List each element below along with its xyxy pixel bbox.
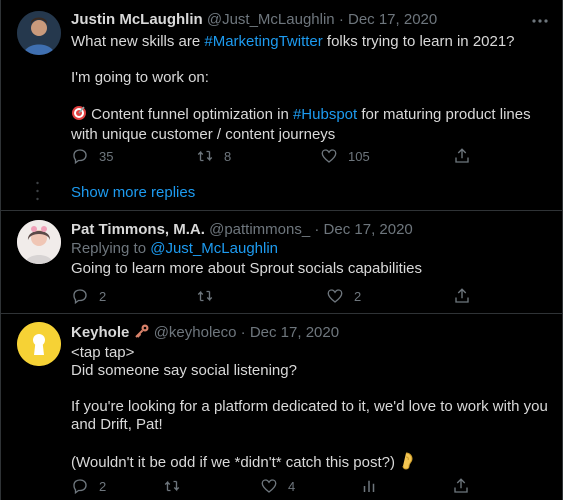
divider xyxy=(0,210,563,211)
retweet-icon xyxy=(197,150,213,162)
share-button[interactable] xyxy=(453,147,481,165)
like-button[interactable]: 105 xyxy=(320,147,370,165)
tweet-line: Did someone say social listening? xyxy=(71,362,297,379)
text-segment: for maturing product lines xyxy=(357,106,531,123)
tweet-text: Going to learn more about Sprout socials… xyxy=(71,260,423,277)
retweet-button[interactable]: 8 xyxy=(196,147,231,165)
replying-handle-link[interactable]: @Just_McLaughlin xyxy=(150,240,278,257)
tweet-header: Justin McLaughlin @Just_McLaughlin · Dec… xyxy=(71,11,437,28)
tweet-date[interactable]: Dec 17, 2020 xyxy=(348,11,437,28)
author-handle[interactable]: @keyholeco xyxy=(154,324,237,341)
share-button[interactable] xyxy=(453,287,481,305)
hashtag-link[interactable]: #MarketingTwitter xyxy=(204,33,322,50)
reply-button[interactable]: 2 xyxy=(71,477,106,495)
tweet-line: <tap tap> xyxy=(71,344,135,361)
reply-count: 35 xyxy=(99,148,114,164)
show-more-replies-link[interactable]: Show more replies xyxy=(71,184,195,201)
like-button[interactable]: 2 xyxy=(326,287,361,305)
tweet-text: <tap tap> Did someone say social listeni… xyxy=(71,344,551,475)
like-count: 105 xyxy=(348,148,370,164)
like-count: 2 xyxy=(354,288,362,304)
separator: · xyxy=(240,324,246,341)
text-segment: folks trying to learn in 2021? xyxy=(322,33,515,50)
author-name[interactable]: Pat Timmons, M.A. xyxy=(71,221,205,238)
tweet-header: Pat Timmons, M.A. @pattimmons_ · Dec 17,… xyxy=(71,221,413,238)
share-icon xyxy=(454,478,468,493)
hashtag-link[interactable]: #Hubspot xyxy=(293,106,357,123)
retweet-button[interactable] xyxy=(163,477,191,495)
more-options-icon[interactable] xyxy=(530,12,550,30)
thread-dots xyxy=(36,181,39,211)
avatar[interactable] xyxy=(17,220,61,264)
tweet-line: Content funnel optimization in #Hubspot … xyxy=(71,105,551,126)
author-name[interactable]: Keyhole xyxy=(71,324,129,341)
tweet-header: Keyhole @keyholeco · Dec 17, 2020 xyxy=(71,323,339,343)
tweet-date[interactable]: Dec 17, 2020 xyxy=(250,324,339,341)
text-segment: What new skills are xyxy=(71,33,205,50)
like-count: 4 xyxy=(288,478,296,494)
author-name[interactable]: Justin McLaughlin xyxy=(71,11,203,28)
reply-icon xyxy=(73,479,87,495)
replying-label: Replying to xyxy=(71,240,151,257)
divider xyxy=(0,313,563,314)
reply-icon xyxy=(73,289,87,305)
retweet-count: 8 xyxy=(224,148,232,164)
text-segment: (Wouldn't it be odd if we *didn't* catch… xyxy=(71,454,395,471)
key-emoji-icon xyxy=(134,323,150,343)
heart-icon xyxy=(327,289,343,303)
target-emoji-icon xyxy=(71,105,87,126)
tweet-line: and Drift, Pat! xyxy=(71,416,163,433)
share-button[interactable] xyxy=(452,477,480,495)
ear-emoji-icon xyxy=(399,452,413,475)
reply-count: 2 xyxy=(99,478,107,494)
analytics-icon xyxy=(363,480,375,492)
reply-count: 2 xyxy=(99,288,107,304)
retweet-button[interactable] xyxy=(196,287,224,305)
replying-to: Replying to @Just_McLaughlin xyxy=(71,240,278,257)
tweet-line: I'm going to work on: xyxy=(71,69,209,86)
separator: · xyxy=(314,221,320,238)
tweet-text: What new skills are #MarketingTwitter fo… xyxy=(71,33,551,144)
reply-button[interactable]: 35 xyxy=(71,147,113,165)
tweet-line: If you're looking for a platform dedicat… xyxy=(71,398,548,415)
reply-icon xyxy=(73,149,87,165)
separator: · xyxy=(338,11,344,28)
tweet-date[interactable]: Dec 17, 2020 xyxy=(324,221,413,238)
heart-icon xyxy=(261,479,277,493)
avatar[interactable] xyxy=(17,322,61,366)
share-icon xyxy=(455,148,469,163)
tweet-line: (Wouldn't it be odd if we *didn't* catch… xyxy=(71,452,551,475)
author-handle[interactable]: @pattimmons_ xyxy=(209,221,310,238)
author-handle[interactable]: @Just_McLaughlin xyxy=(207,11,335,28)
tweet-line: with unique customer / content journeys xyxy=(71,126,336,143)
avatar[interactable] xyxy=(17,11,61,55)
share-icon xyxy=(455,288,469,303)
text-segment: Content funnel optimization in xyxy=(87,106,293,123)
heart-icon xyxy=(321,149,337,163)
like-button[interactable]: 4 xyxy=(260,477,295,495)
retweet-icon xyxy=(164,480,180,492)
tweet-line: What new skills are #MarketingTwitter fo… xyxy=(71,33,551,51)
analytics-button[interactable] xyxy=(360,477,388,495)
retweet-icon xyxy=(197,290,213,302)
reply-button[interactable]: 2 xyxy=(71,287,106,305)
